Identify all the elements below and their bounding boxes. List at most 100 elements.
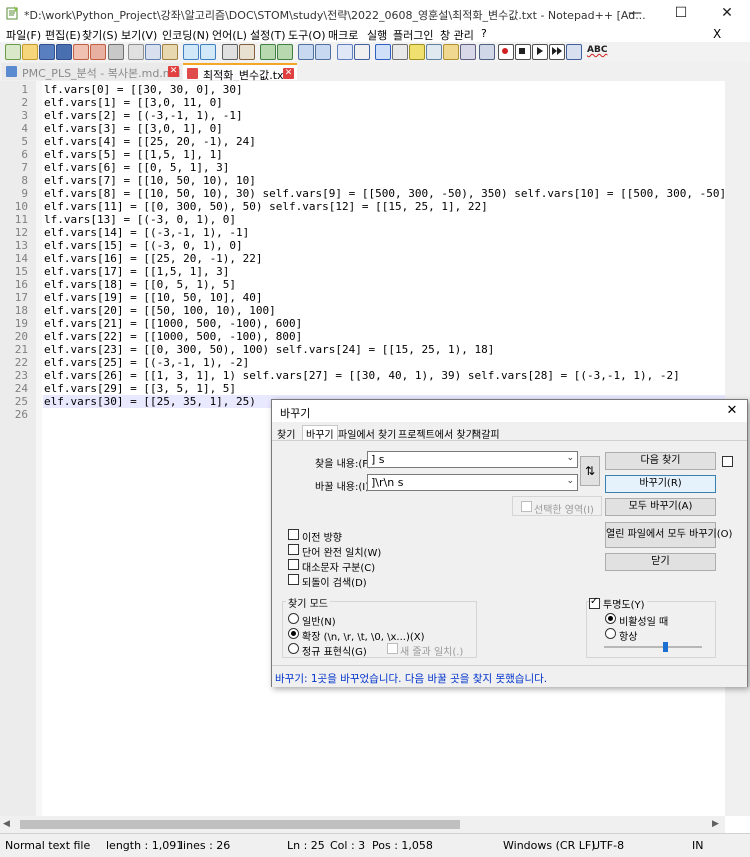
tab-find-in-files[interactable]: 파일에서 찾기 <box>338 426 396 441</box>
run-macro-icon[interactable] <box>549 44 565 60</box>
code-line: elf.vars[5] = [[1,5, 1], 1] <box>44 148 223 161</box>
close-document-button[interactable]: X <box>713 27 721 41</box>
menu-macro[interactable]: 매크로 <box>328 27 358 43</box>
menu-view[interactable]: 보기(V) <box>121 27 157 43</box>
show-all-chars-icon[interactable] <box>354 44 370 60</box>
function-list-icon[interactable] <box>426 44 442 60</box>
stop-macro-icon[interactable] <box>515 44 531 60</box>
menu-search[interactable]: 찾기(S) <box>82 27 118 43</box>
close-dialog-button[interactable]: 닫기 <box>605 553 716 571</box>
indent-guide-icon[interactable] <box>375 44 391 60</box>
wrap-around-label: 되돌이 검색(D) <box>302 578 367 589</box>
open-file-icon[interactable] <box>22 44 38 60</box>
horizontal-scroll-thumb[interactable] <box>20 820 460 829</box>
menu-run[interactable]: 실행 <box>367 27 387 43</box>
search-mode-title: 찾기 모드 <box>286 595 330 610</box>
folder-workspace-icon[interactable] <box>443 44 459 60</box>
menu-edit[interactable]: 편집(E) <box>45 27 81 43</box>
close-tab-icon[interactable]: ✕ <box>283 68 294 79</box>
code-line: elf.vars[4] = [[25, 20, -1), 24] <box>44 135 256 148</box>
maximize-button[interactable]: ☐ <box>658 0 704 27</box>
replace-with-input[interactable]: ]\r\n s ⌄ <box>367 474 578 491</box>
menu-encoding[interactable]: 인코딩(N) <box>162 27 209 43</box>
chevron-down-icon[interactable]: ⌄ <box>566 476 574 486</box>
udl-icon[interactable] <box>392 44 408 60</box>
zoom-in-icon[interactable] <box>260 44 276 60</box>
replace-button[interactable]: 바꾸기(R) <box>605 475 716 493</box>
in-selection-checkbox[interactable] <box>521 501 532 512</box>
spellcheck-icon[interactable]: ABC <box>587 45 607 55</box>
tab-replace[interactable]: 바꾸기 <box>302 425 338 441</box>
replace-icon[interactable] <box>239 44 255 60</box>
extended-mode-radio[interactable] <box>288 628 299 639</box>
document-view-icon[interactable] <box>479 44 495 60</box>
backward-direction-checkbox[interactable] <box>288 529 299 540</box>
transparency-slider-track[interactable] <box>604 646 702 648</box>
save-icon[interactable] <box>39 44 55 60</box>
menu-window[interactable]: 창 관리 <box>440 27 474 43</box>
tab-bar: PMC_PLS_분석 - 복사본.md.md ✕ 최적화_변수값.txt ✕ <box>0 62 750 82</box>
regex-mode-radio[interactable] <box>288 643 299 654</box>
line-number: 6 <box>21 148 28 161</box>
word-wrap-icon[interactable] <box>337 44 353 60</box>
normal-mode-radio[interactable] <box>288 613 299 624</box>
find-next-options-checkbox[interactable] <box>722 456 733 467</box>
close-icon[interactable] <box>73 44 89 60</box>
play-macro-icon[interactable] <box>532 44 548 60</box>
sync-h-icon[interactable] <box>315 44 331 60</box>
tab-mark[interactable]: 책갈피 <box>472 426 500 441</box>
menu-tools[interactable]: 도구(O) <box>288 27 325 43</box>
line-number: 10 <box>14 200 28 213</box>
minimize-button[interactable]: — <box>612 0 658 27</box>
close-tab-icon[interactable]: ✕ <box>168 66 179 77</box>
menu-plugins[interactable]: 플러그인 <box>393 27 433 43</box>
find-icon[interactable] <box>222 44 238 60</box>
tab-optimization-values[interactable]: 최적화_변수값.txt ✕ <box>183 63 297 82</box>
redo-icon[interactable] <box>200 44 216 60</box>
print-icon[interactable] <box>108 44 124 60</box>
swap-find-replace-button[interactable]: ⇅ <box>580 456 600 486</box>
code-line: elf.vars[26] = [[1, 3, 1], 1) self.vars[… <box>44 369 680 382</box>
tab-find[interactable]: 찾기 <box>277 426 295 441</box>
record-macro-icon[interactable] <box>498 44 514 60</box>
code-line: elf.vars[15] = [(-3, 0, 1), 0] <box>44 239 243 252</box>
close-all-icon[interactable] <box>90 44 106 60</box>
wrap-around-checkbox[interactable] <box>288 574 299 585</box>
menu-file[interactable]: 파일(F) <box>6 27 41 43</box>
scroll-right-icon[interactable]: ▶ <box>712 819 719 829</box>
menu-help[interactable]: ? <box>481 27 487 40</box>
doc-map-icon[interactable] <box>409 44 425 60</box>
find-what-input[interactable]: ] s ⌄ <box>367 451 578 468</box>
on-losing-focus-radio[interactable] <box>605 613 616 624</box>
zoom-out-icon[interactable] <box>277 44 293 60</box>
close-window-button[interactable]: ✕ <box>704 0 750 27</box>
notepadpp-app-icon <box>6 6 19 20</box>
tab-find-in-projects[interactable]: 프로젝트에서 찾기 <box>398 426 475 441</box>
scroll-left-icon[interactable]: ◀ <box>3 819 10 829</box>
chevron-down-icon[interactable]: ⌄ <box>566 453 574 463</box>
cut-icon[interactable] <box>128 44 144 60</box>
menu-settings[interactable]: 설정(T) <box>250 27 286 43</box>
transparency-checkbox[interactable] <box>589 596 600 609</box>
new-file-icon[interactable] <box>5 44 21 60</box>
save-all-icon[interactable] <box>56 44 72 60</box>
match-case-checkbox[interactable] <box>288 559 299 570</box>
monitor-icon[interactable] <box>460 44 476 60</box>
find-next-button[interactable]: 다음 찾기 <box>605 452 716 470</box>
sync-v-icon[interactable] <box>298 44 314 60</box>
dialog-close-button[interactable]: ✕ <box>721 402 743 420</box>
replace-all-button[interactable]: 모두 바꾸기(A) <box>605 498 716 516</box>
undo-icon[interactable] <box>183 44 199 60</box>
title-bar: *D:\work\Python_Project\강좌\알고리즘\DOC\STOM… <box>0 0 750 27</box>
match-whole-word-checkbox[interactable] <box>288 544 299 555</box>
replace-all-in-open-docs-button[interactable]: 열린 파일에서 모두 바꾸기(O) <box>605 522 732 548</box>
tab-pmc-pls[interactable]: PMC_PLS_분석 - 복사본.md.md ✕ <box>2 63 182 80</box>
save-macro-icon[interactable] <box>566 44 582 60</box>
dot-matches-newline-checkbox[interactable] <box>387 643 398 654</box>
always-radio[interactable] <box>605 628 616 639</box>
paste-icon[interactable] <box>162 44 178 60</box>
transparency-slider-thumb[interactable] <box>663 642 668 652</box>
menu-language[interactable]: 언어(L) <box>212 27 247 43</box>
line-number: 7 <box>21 161 28 174</box>
copy-icon[interactable] <box>145 44 161 60</box>
